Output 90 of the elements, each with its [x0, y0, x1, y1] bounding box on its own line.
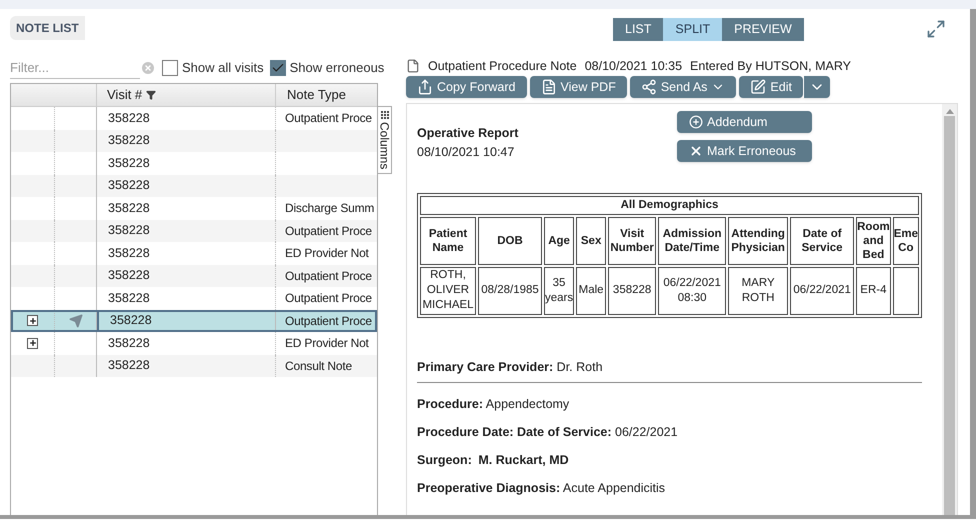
report-field: Procedure: Appendectomy [417, 396, 570, 411]
checkbox[interactable] [162, 60, 178, 76]
column-header: Age [548, 234, 570, 247]
table-cell-text: 358228 [108, 222, 150, 240]
table-cell-text: 358228 [108, 290, 150, 307]
view-tab[interactable]: LIST [613, 18, 664, 41]
action-button[interactable]: View PDF [530, 76, 627, 98]
report-datetime: 08/10/2021 10:47 [417, 144, 514, 161]
expand-icon[interactable] [27, 315, 38, 326]
report-field: Primary Care Provider: Dr. Roth [417, 360, 603, 374]
column-header: DOB [497, 234, 523, 247]
action-button[interactable]: Edit [739, 76, 803, 98]
report-field: Procedure Date: Date of Service: 06/22/2021 [417, 424, 678, 439]
close-icon [689, 144, 703, 158]
table-cell: 06/22/2021 [793, 284, 851, 296]
table-cell-text: Outpatient Proce [285, 312, 372, 330]
column-header: Patient Name [428, 228, 468, 254]
column-header: Visit Number [610, 228, 654, 254]
column-header[interactable]: Visit # [97, 84, 276, 106]
note-datetime: 08/10/2021 10:35 [584, 58, 682, 75]
table-cell: ROTH, OLIVER MICHAEL [422, 269, 474, 312]
table-cell-text: 358228 [108, 110, 150, 127]
table-cell: 358228 [612, 284, 652, 296]
table-cell-text: 358228 [108, 357, 150, 374]
scroll-up-icon[interactable] [946, 109, 954, 114]
table-cell-text: ED Provider Not [285, 335, 369, 352]
sort-icon [146, 90, 156, 100]
expand-icon[interactable] [27, 338, 38, 349]
share-icon [640, 79, 657, 95]
table-cell-text: Outpatient Proce [285, 222, 372, 240]
table-row[interactable]: 358228 Outpatient Proce [11, 220, 377, 242]
table-cell-text: ED Provider Not [285, 245, 369, 262]
table-cell: 35 years [545, 276, 574, 304]
forward-arrow-icon [417, 79, 433, 95]
table-cell-text: 358228 [108, 267, 150, 284]
edit-icon [750, 79, 766, 95]
table-cell-text: 358228 [108, 154, 150, 172]
table-caption: All Demographics [620, 198, 718, 210]
table-cell-text: Outpatient Proce [285, 268, 372, 285]
table-cell-text: Outpatient Proce [285, 290, 372, 308]
checkbox[interactable] [270, 60, 286, 76]
table-cell-text: 358228 [108, 132, 150, 150]
table-row[interactable]: 358228 [11, 174, 377, 197]
table-cell-text: 358228 [110, 312, 152, 330]
table-row[interactable]: 358228 Outpatient Proce [11, 310, 377, 332]
pdf-icon [540, 79, 556, 95]
checkbox-label[interactable]: Show erroneous [290, 58, 384, 78]
table-row[interactable]: 358228 Outpatient Proce [11, 264, 377, 287]
table-cell: 06/22/2021 08:30 [663, 276, 721, 304]
table-cell-text: 358228 [108, 200, 150, 217]
table-row[interactable]: 358228 Consult Note [11, 354, 377, 377]
column-header[interactable]: Note Type [276, 85, 377, 105]
column-header: Sex [580, 234, 602, 247]
table-cell: 08/28/1985 [481, 284, 539, 296]
column-header: Admission Date/Time [662, 228, 722, 254]
table-cell: Male [578, 284, 604, 296]
note-title: Outpatient Procedure Note [428, 58, 577, 75]
table-cell-text: 358228 [108, 334, 150, 352]
paper-plane-icon [68, 314, 82, 328]
checkbox-label[interactable]: Show all visits [182, 58, 264, 78]
action-button[interactable]: Copy Forward [406, 76, 526, 98]
grip-icon [380, 111, 388, 119]
note-author: Entered By HUTSON, MARY [690, 58, 851, 75]
view-tab[interactable]: SPLIT [663, 18, 722, 41]
column-header: Date of Service [802, 228, 843, 254]
panel-title: NOTE LIST [10, 16, 85, 40]
table-cell-text: Outpatient Proce [285, 110, 372, 128]
column-header: Room and Bed [857, 220, 890, 261]
table-cell: ER-4 [860, 284, 886, 296]
filter-field[interactable]: Filter... [10, 57, 140, 79]
plus-circle-icon [689, 115, 703, 129]
report-field: Surgeon: M. Ruckart, MD [417, 452, 569, 467]
columns-side-tab[interactable]: Columns [378, 106, 392, 174]
column-header: Eme Co [894, 228, 918, 254]
view-tab[interactable]: PREVIEW [722, 18, 804, 41]
report-field: Preoperative Diagnosis: Acute Appendicitis [417, 480, 666, 495]
table-cell-text: 358228 [108, 177, 150, 194]
menu-item[interactable]: Mark Erroneous [677, 140, 812, 162]
table-cell: MARY ROTH [742, 276, 775, 304]
action-button[interactable]: Send As [630, 76, 736, 98]
column-header: Attending Physician [731, 228, 785, 254]
report-title: Operative Report [417, 125, 518, 142]
menu-item[interactable]: Addendum [677, 111, 812, 133]
scrollbar[interactable] [942, 104, 957, 515]
document-icon [406, 59, 420, 73]
more-button[interactable] [802, 76, 830, 98]
table-cell-text: Discharge Summ [285, 200, 374, 218]
table-row[interactable]: 358228 [11, 130, 377, 152]
table-cell-text: Consult Note [285, 358, 352, 375]
table-cell-text: 358228 [108, 244, 150, 262]
